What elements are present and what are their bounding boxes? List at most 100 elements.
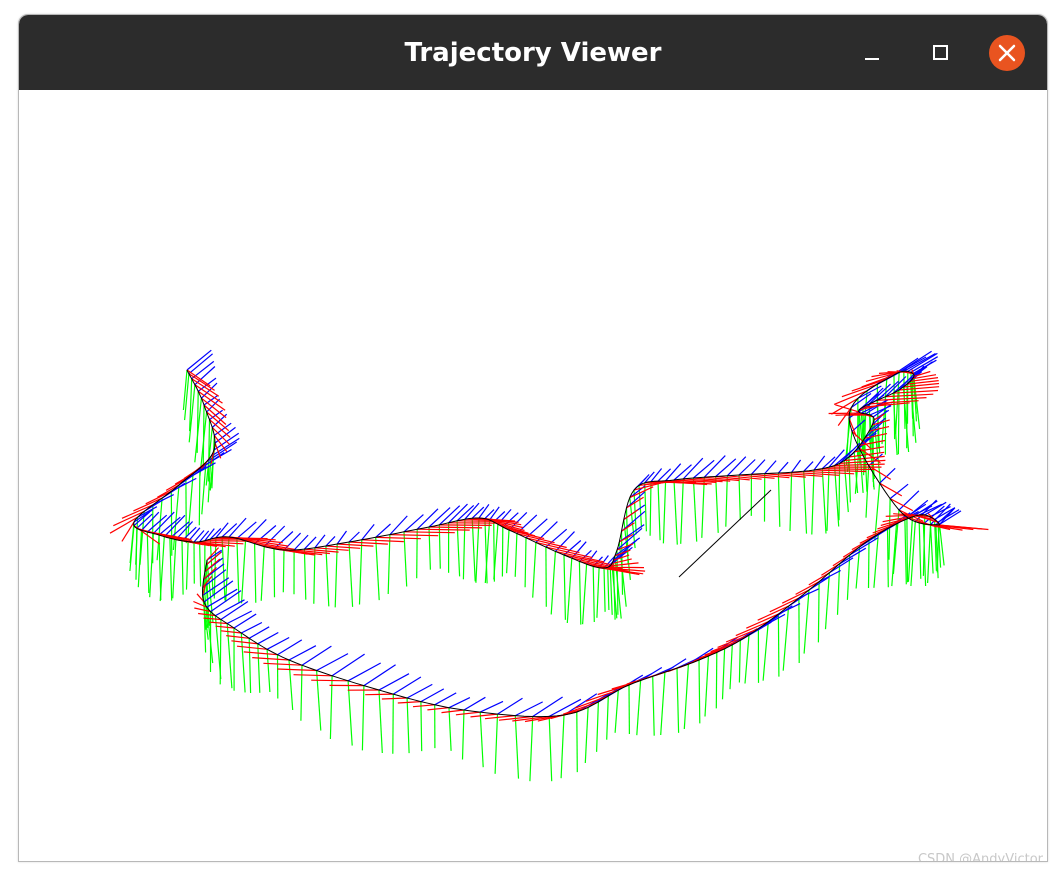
- axis-line: [387, 534, 391, 595]
- axis-line: [927, 524, 932, 584]
- axis-line: [316, 670, 322, 731]
- axis-line: [725, 628, 759, 643]
- axis-line: [392, 694, 394, 754]
- maximize-button[interactable]: [922, 35, 958, 71]
- axis-line: [159, 536, 165, 602]
- axis-line: [149, 533, 154, 598]
- axis-line: [461, 709, 465, 760]
- axis-line: [576, 711, 578, 773]
- axis-line: [456, 520, 461, 577]
- axis-line: [879, 482, 903, 497]
- axis-line: [188, 353, 213, 375]
- axis-line: [906, 517, 909, 583]
- axis-line: [683, 664, 689, 730]
- axis-line: [849, 537, 879, 556]
- axis-line: [314, 534, 326, 549]
- axis-line: [403, 531, 408, 587]
- axis-line: [439, 524, 492, 526]
- axis-line: [673, 479, 678, 545]
- axis-line: [277, 668, 317, 672]
- minimize-button[interactable]: [855, 35, 891, 71]
- axis-line: [361, 685, 365, 751]
- title-bar[interactable]: Trajectory Viewer: [19, 15, 1047, 90]
- axis-line: [803, 589, 810, 654]
- axis-line: [744, 634, 750, 684]
- axis-line: [532, 542, 537, 598]
- trajectory-canvas[interactable]: CSDN @AndyVictor: [19, 90, 1047, 861]
- axis-line: [240, 540, 247, 604]
- axis-line: [596, 701, 599, 752]
- trajectory-plot[interactable]: [19, 90, 1047, 861]
- axis-line: [479, 700, 504, 713]
- axis-line: [777, 614, 780, 677]
- axis-line: [420, 688, 445, 703]
- axis-line: [715, 652, 718, 709]
- axis-line: [826, 467, 830, 531]
- axis-line: [566, 558, 573, 624]
- axis-line: [660, 672, 666, 736]
- axis-line: [233, 613, 257, 629]
- trajectory-path: [133, 369, 940, 718]
- axis-line: [811, 469, 815, 535]
- axis-line: [494, 714, 499, 774]
- axis-line: [226, 623, 233, 689]
- axis-line: [560, 714, 565, 779]
- axis-line: [822, 468, 876, 471]
- axis-line: [548, 716, 553, 782]
- axis-line: [198, 467, 201, 526]
- axis-line: [877, 397, 927, 401]
- axis-line: [657, 481, 661, 541]
- axis-line: [676, 668, 680, 733]
- axis-line: [795, 581, 820, 595]
- axis-line: [273, 548, 276, 598]
- axis-line: [888, 498, 891, 560]
- axis-line: [838, 463, 841, 521]
- axis-line: [636, 680, 642, 736]
- axis-line: [348, 541, 388, 545]
- axis-line: [325, 545, 361, 549]
- axis-line: [717, 634, 750, 648]
- axis-line: [185, 541, 189, 590]
- axis-line: [592, 566, 595, 623]
- axis-line: [834, 463, 885, 467]
- axis-line: [157, 484, 180, 498]
- axis-line: [417, 528, 470, 531]
- axis-line: [257, 643, 261, 693]
- axis-line: [301, 645, 332, 666]
- axis-line: [248, 626, 270, 639]
- axis-line: [764, 460, 777, 474]
- axis-line: [867, 539, 870, 589]
- axis-line: [607, 567, 610, 611]
- axis-line: [336, 530, 347, 545]
- axis-line: [791, 459, 802, 473]
- axis-line: [578, 561, 582, 625]
- axis-line: [293, 674, 333, 677]
- axis-line: [184, 373, 190, 421]
- axis-line: [412, 704, 435, 708]
- axis-line: [455, 711, 481, 716]
- axis-line: [199, 541, 202, 587]
- axis-line: [704, 656, 709, 717]
- axis-line: [266, 636, 290, 650]
- axis-line: [206, 588, 238, 608]
- axis-line: [813, 469, 867, 473]
- axis-line: [680, 478, 684, 544]
- axis-line: [701, 477, 705, 538]
- axis-line: [214, 615, 222, 680]
- axis-line: [524, 537, 527, 588]
- axis-line: [726, 456, 747, 477]
- close-button[interactable]: [989, 35, 1025, 71]
- axis-line: [325, 545, 330, 607]
- axis-line: [710, 639, 741, 653]
- axis-line: [789, 472, 793, 532]
- axis-line: [532, 696, 563, 718]
- axis-line: [821, 468, 827, 534]
- axis-line: [416, 529, 418, 579]
- axis-line: [263, 662, 303, 666]
- axis-line: [652, 676, 655, 736]
- trajectory-polyline: [133, 369, 940, 718]
- axis-line: [693, 459, 715, 479]
- axis-line: [348, 541, 354, 607]
- axis-line: [903, 371, 906, 429]
- axis-line: [241, 621, 263, 634]
